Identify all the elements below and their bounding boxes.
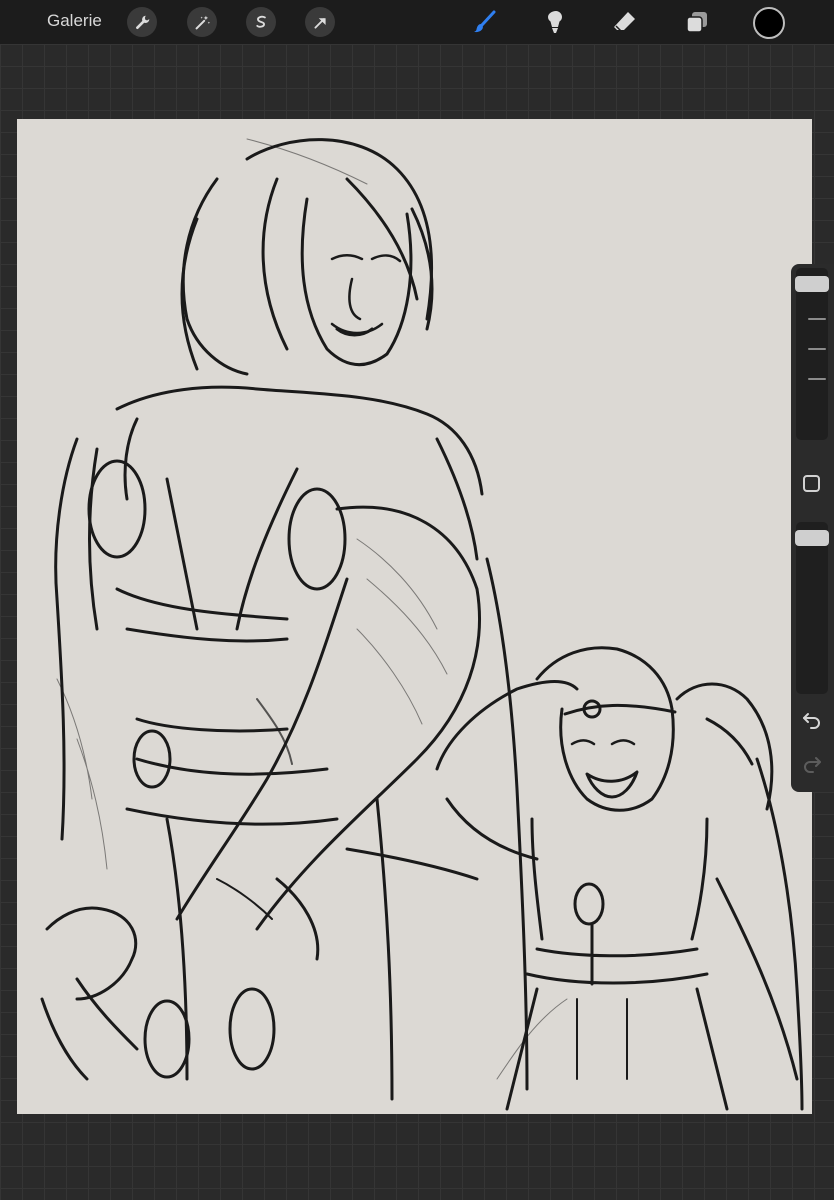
undo-icon (803, 713, 820, 729)
transform-button[interactable] (305, 7, 335, 37)
brush-size-slider[interactable] (795, 268, 829, 440)
smudge-button[interactable] (538, 6, 570, 38)
brush-icon (474, 10, 496, 33)
opacity-thumb[interactable] (795, 529, 829, 546)
redo-icon (804, 757, 821, 773)
magic-wand-icon (195, 15, 210, 29)
color-swatch-button[interactable] (753, 7, 785, 39)
transform-arrow-icon (313, 17, 326, 29)
size-tick (808, 348, 826, 350)
selection-button[interactable] (246, 7, 276, 37)
brush-size-thumb[interactable] (795, 275, 829, 292)
layers-icon (686, 12, 707, 33)
actions-button[interactable] (127, 7, 157, 37)
opacity-slider[interactable] (795, 522, 829, 694)
smudge-icon (548, 11, 562, 33)
brush-button[interactable] (469, 6, 501, 38)
redo-button[interactable] (800, 754, 824, 776)
drawing-canvas[interactable] (17, 119, 812, 1114)
gallery-button[interactable]: Galerie (47, 11, 102, 31)
selection-icon (255, 15, 266, 28)
modify-button[interactable] (803, 475, 820, 492)
sketch-artwork (40, 138, 804, 1111)
wrench-icon (135, 15, 149, 29)
top-toolbar: Galerie (0, 0, 834, 44)
side-toolbar (791, 264, 834, 792)
adjustments-button[interactable] (187, 7, 217, 37)
size-tick (808, 318, 826, 320)
eraser-button[interactable] (609, 6, 641, 38)
undo-button[interactable] (800, 710, 824, 732)
layers-button[interactable] (681, 6, 713, 38)
size-tick (808, 378, 826, 380)
eraser-icon (614, 12, 635, 33)
